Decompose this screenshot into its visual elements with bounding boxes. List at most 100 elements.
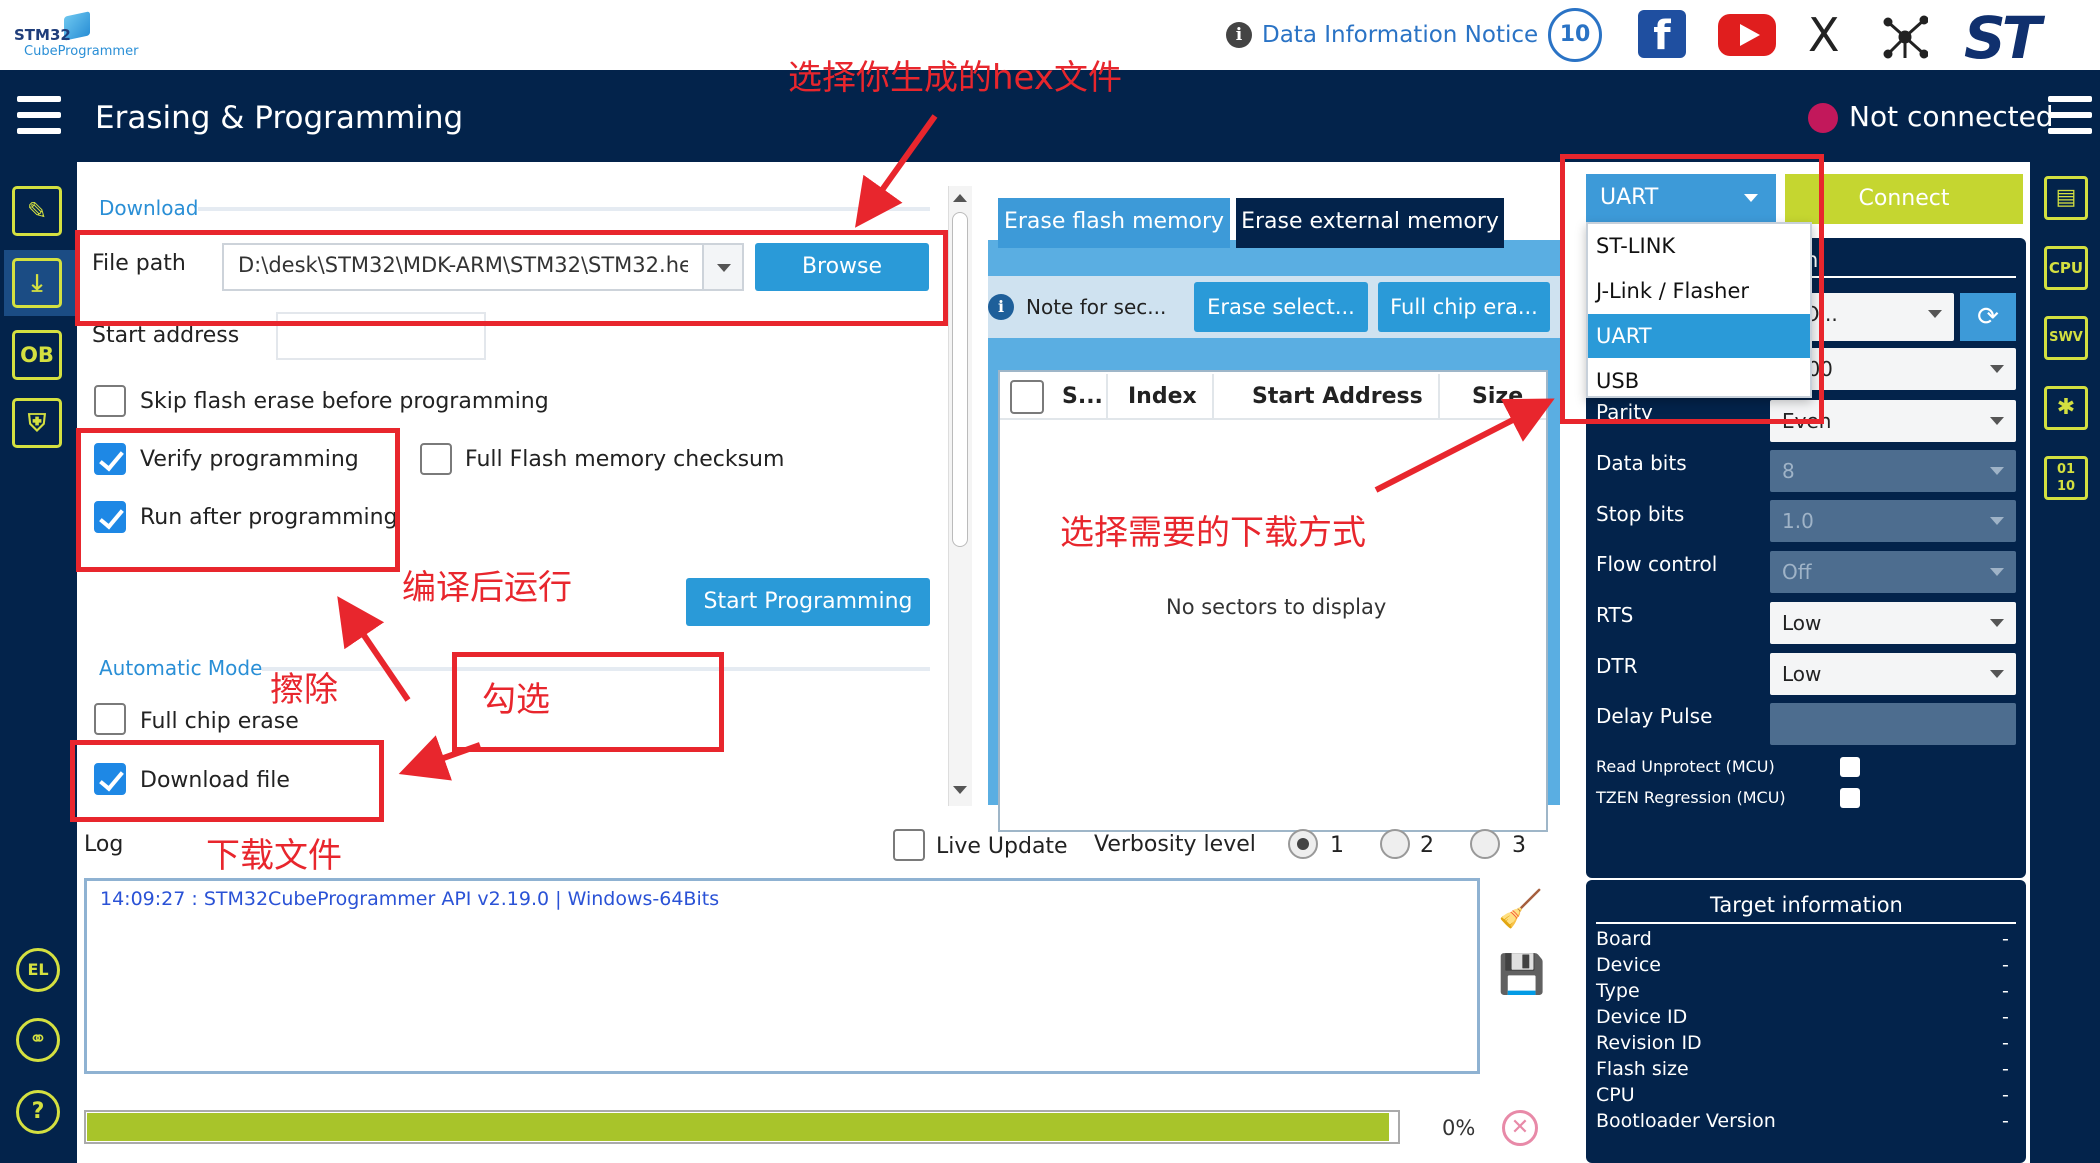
flow-control-value: Off <box>1782 560 1812 584</box>
target-device-label: Device <box>1596 954 1661 976</box>
help-icon[interactable]: ? <box>16 1090 60 1134</box>
st-logo: ST <box>1964 4 2041 72</box>
target-revision-id-label: Revision ID <box>1596 1032 1702 1054</box>
column-header-size[interactable]: Size <box>1472 384 1523 409</box>
cancel-icon[interactable]: ✕ <box>1502 1110 1538 1146</box>
erase-selected-button[interactable]: Erase select... <box>1194 282 1368 332</box>
logo-text: STM32 <box>14 26 71 44</box>
stop-bits-select[interactable]: 1.0 <box>1770 500 2016 542</box>
full-checksum-checkbox[interactable] <box>420 443 452 475</box>
logo-subtext: CubeProgrammer <box>24 44 139 59</box>
info-icon: i <box>988 294 1014 320</box>
save-log-icon[interactable]: 💾 <box>1498 952 1545 997</box>
progress-percent: 0% <box>1442 1116 1476 1140</box>
download-section-title: Download <box>99 196 199 220</box>
data-information-notice-link[interactable]: Data Information Notice <box>1262 22 1538 48</box>
skip-erase-checkbox[interactable] <box>94 385 126 417</box>
annotation-box-download-file <box>70 740 384 822</box>
data-bits-select[interactable]: 8 <box>1770 450 2016 492</box>
flow-control-label: Flow control <box>1596 552 1718 576</box>
network-hub-icon[interactable] <box>1882 14 1928 60</box>
tzen-regression-checkbox[interactable] <box>1840 788 1860 808</box>
link-icon[interactable]: ⚭ <box>16 1018 60 1062</box>
download-icon[interactable]: ⤓ <box>12 258 62 308</box>
cpu-icon[interactable]: CPU <box>2044 246 2088 290</box>
page-title: Erasing & Programming <box>95 100 464 136</box>
connection-status-dot <box>1808 103 1838 133</box>
chevron-down-icon <box>1990 417 2004 425</box>
annotation-hex: 选择你生成的hex文件 <box>788 58 1122 98</box>
annotation-box-file-path <box>75 230 948 326</box>
full-chip-erase-checkbox[interactable] <box>94 703 126 735</box>
delay-pulse-input[interactable] <box>1770 703 2016 745</box>
column-separator <box>1212 374 1214 418</box>
memory-icon[interactable]: ▤ <box>2044 176 2088 220</box>
stop-bits-label: Stop bits <box>1596 502 1685 526</box>
flow-control-select[interactable]: Off <box>1770 551 2016 593</box>
chevron-down-icon <box>1928 310 1942 318</box>
verbosity-radio-2-label: 2 <box>1420 833 1434 858</box>
clear-log-icon[interactable]: 🧹 <box>1498 888 1543 930</box>
chevron-down-icon <box>1990 517 2004 525</box>
info-icon[interactable]: i <box>1226 22 1252 48</box>
scrollbar-thumb[interactable] <box>952 212 968 547</box>
tab-erase-flash-memory[interactable]: Erase flash memory <box>998 198 1230 248</box>
verbosity-radio-2[interactable] <box>1380 829 1410 859</box>
connection-status-text: Not connected <box>1849 100 2054 133</box>
x-twitter-icon[interactable]: X <box>1808 8 1840 62</box>
log-line: 14:09:27 : STM32CubeProgrammer API v2.19… <box>100 888 720 910</box>
column-header-index[interactable]: Index <box>1128 384 1197 409</box>
verbosity-radio-3-label: 3 <box>1512 833 1526 858</box>
select-all-sectors-checkbox[interactable] <box>1010 380 1044 414</box>
target-device-id-value: - <box>2002 1006 2009 1028</box>
target-board-label: Board <box>1596 928 1652 950</box>
live-update-checkbox[interactable] <box>893 829 925 861</box>
target-type-label: Type <box>1596 980 1640 1002</box>
ob-icon[interactable]: OB <box>12 330 62 380</box>
dtr-value: Low <box>1782 662 1822 686</box>
data-bits-value: 8 <box>1782 459 1795 483</box>
youtube-play-icon <box>1740 24 1760 46</box>
tab-erase-external-memory[interactable]: Erase external memory <box>1236 198 1504 248</box>
chevron-down-icon <box>1990 568 2004 576</box>
chevron-down-icon <box>1990 670 2004 678</box>
refresh-ports-button[interactable]: ⟳ <box>1960 293 2016 341</box>
no-sectors-message: No sectors to display <box>1166 595 1387 619</box>
section-divider <box>198 207 930 211</box>
read-unprotect-label: Read Unprotect (MCU) <box>1596 757 1775 776</box>
full-chip-erase-label: Full chip erase <box>140 709 299 734</box>
shield-icon[interactable]: ⛨ <box>12 398 62 448</box>
el-icon[interactable]: EL <box>16 948 60 992</box>
swv-icon[interactable]: SWV <box>2044 316 2088 360</box>
rts-value: Low <box>1782 611 1822 635</box>
bug-icon[interactable]: ✱ <box>2044 386 2088 430</box>
verbosity-radio-1[interactable] <box>1288 829 1318 859</box>
facebook-icon[interactable]: f <box>1638 10 1686 59</box>
start-address-label: Start address <box>92 323 240 348</box>
target-flash-size-label: Flash size <box>1596 1058 1689 1080</box>
live-update-label: Live Update <box>936 834 1068 859</box>
read-unprotect-checkbox[interactable] <box>1840 757 1860 777</box>
full-checksum-label: Full Flash memory checksum <box>465 447 785 472</box>
target-device-value: - <box>2002 954 2009 976</box>
annotation-check: 勾选 <box>482 680 550 720</box>
scroll-down-icon[interactable] <box>953 786 967 794</box>
full-chip-erase-button[interactable]: Full chip era... <box>1378 282 1550 332</box>
column-header-start-address[interactable]: Start Address <box>1252 384 1423 409</box>
rts-select[interactable]: Low <box>1770 602 2016 644</box>
pencil-icon[interactable]: ✎ <box>12 186 62 236</box>
rts-label: RTS <box>1596 603 1634 627</box>
scroll-up-icon[interactable] <box>953 194 967 202</box>
note-for-sectors-text: Note for sec... <box>1026 295 1167 319</box>
dtr-select[interactable]: Low <box>1770 653 2016 695</box>
verbosity-radio-3[interactable] <box>1470 829 1500 859</box>
target-bootloader-value: - <box>2002 1110 2009 1132</box>
binary-icon[interactable]: 01 10 <box>2044 456 2088 500</box>
menu-hamburger-icon[interactable] <box>17 96 61 136</box>
column-separator <box>1106 374 1108 418</box>
settings-hamburger-icon[interactable] <box>2048 96 2092 136</box>
start-programming-button[interactable]: Start Programming <box>686 578 930 626</box>
stop-bits-value: 1.0 <box>1782 509 1814 533</box>
verbosity-radio-1-label: 1 <box>1330 833 1344 858</box>
column-header-select[interactable]: S... <box>1062 384 1103 409</box>
